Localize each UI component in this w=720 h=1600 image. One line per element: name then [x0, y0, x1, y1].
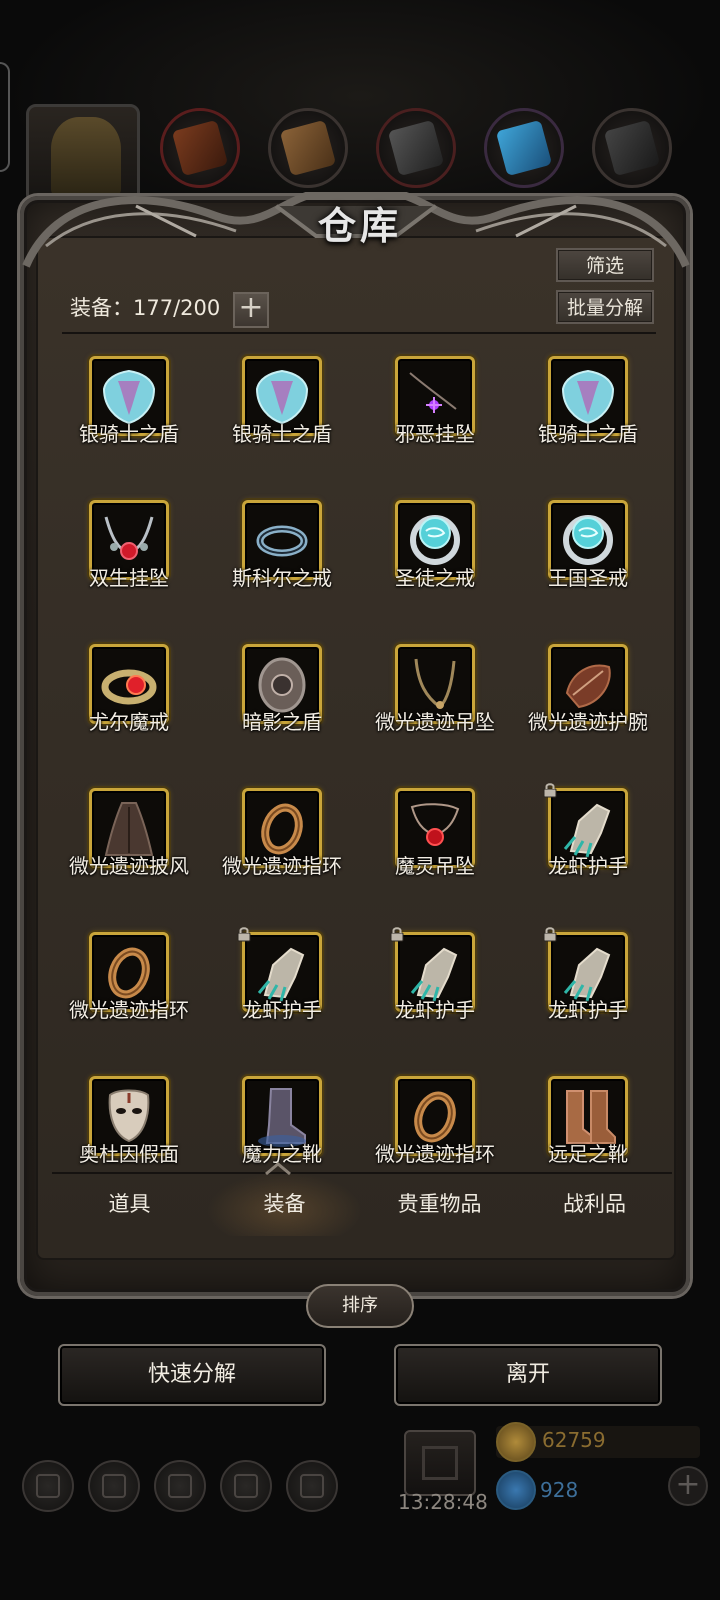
lock-icon	[390, 927, 404, 942]
gem-icon	[496, 1470, 536, 1510]
item-name: 龙虾护手	[242, 998, 322, 1022]
add-currency-button[interactable]: +	[668, 1466, 708, 1506]
gift-box-button[interactable]	[404, 1430, 476, 1496]
lock-icon	[237, 927, 251, 942]
item-name: 微光遗迹指环	[222, 854, 342, 878]
inventory-item[interactable]: 银骑士之盾	[205, 344, 358, 488]
inventory-item[interactable]: 双生挂坠	[52, 488, 205, 632]
inventory-item[interactable]: 暗影之盾	[205, 632, 358, 776]
inventory-item[interactable]: 银骑士之盾	[511, 344, 664, 488]
item-grid-viewport[interactable]: 银骑士之盾 银骑士之盾 邪恶挂坠 银骑士之盾双生挂坠 斯科尔之戒 圣徒之戒 王国圣戒尤尔魔戒…	[52, 344, 672, 1168]
resource-slot-iron[interactable]	[376, 108, 456, 188]
inventory-item[interactable]: 龙虾护手	[205, 920, 358, 1064]
inventory-item[interactable]: 尤尔魔戒	[52, 632, 205, 776]
tab-valuables[interactable]: 贵重物品	[362, 1172, 517, 1236]
item-name: 魔灵吊坠	[395, 854, 475, 878]
item-name: 微光遗迹指环	[69, 998, 189, 1022]
inventory-item[interactable]: 王国圣戒	[511, 488, 664, 632]
item-grid: 银骑士之盾 银骑士之盾 邪恶挂坠 银骑士之盾双生挂坠 斯科尔之戒 圣徒之戒 王国圣戒尤尔魔戒…	[52, 344, 672, 1168]
inventory-item[interactable]: 银骑士之盾	[52, 344, 205, 488]
item-name: 银骑士之盾	[79, 422, 179, 446]
tab-items[interactable]: 道具	[52, 1172, 207, 1236]
inventory-item[interactable]: 龙虾护手	[358, 920, 511, 1064]
inventory-item[interactable]: 微光遗迹指环	[358, 1064, 511, 1168]
inventory-item[interactable]: 微光遗迹披风	[52, 776, 205, 920]
gold-coin-icon	[496, 1422, 536, 1462]
side-tab-handle[interactable]	[0, 62, 10, 172]
hud-menu-button-5[interactable]	[286, 1460, 338, 1512]
leave-button[interactable]: 离开	[394, 1344, 662, 1406]
item-name: 邪恶挂坠	[395, 422, 475, 446]
item-name: 微光遗迹护腕	[528, 710, 648, 734]
inventory-item[interactable]: 魔灵吊坠	[358, 776, 511, 920]
item-name: 尤尔魔戒	[89, 710, 169, 734]
item-name: 远足之靴	[548, 1142, 628, 1166]
inventory-item[interactable]: 斯科尔之戒	[205, 488, 358, 632]
expand-capacity-button[interactable]: +	[233, 292, 269, 328]
item-name: 银骑士之盾	[232, 422, 332, 446]
lock-icon	[543, 927, 557, 942]
inventory-item[interactable]: 龙虾护手	[511, 920, 664, 1064]
inventory-item[interactable]: 龙虾护手	[511, 776, 664, 920]
item-name: 圣徒之戒	[395, 566, 475, 590]
inventory-item[interactable]: 微光遗迹吊坠	[358, 632, 511, 776]
tab-loot[interactable]: 战利品	[517, 1172, 672, 1236]
batch-decompose-button[interactable]: 批量分解	[556, 290, 654, 324]
equipment-capacity: 装备：177/200	[70, 296, 221, 320]
item-name: 奥杜因假面	[79, 1142, 179, 1166]
inventory-item[interactable]: 微光遗迹指环	[205, 776, 358, 920]
item-name: 银骑士之盾	[538, 422, 638, 446]
countdown-timer: 13:28:48	[398, 1490, 488, 1514]
inventory-item[interactable]: 圣徒之戒	[358, 488, 511, 632]
hud-menu-button-4[interactable]	[220, 1460, 272, 1512]
active-tab-indicator	[265, 1162, 291, 1176]
inventory-item[interactable]: 魔力之靴	[205, 1064, 358, 1168]
resource-slot-crystal[interactable]	[484, 108, 564, 188]
item-name: 王国圣戒	[548, 566, 628, 590]
gift-icon	[422, 1446, 458, 1480]
header-divider	[62, 332, 656, 334]
quick-decompose-button[interactable]: 快速分解	[58, 1344, 326, 1406]
character-avatar[interactable]	[26, 104, 140, 204]
inventory-item[interactable]: 微光遗迹指环	[52, 920, 205, 1064]
sort-button[interactable]: 排序	[306, 1284, 414, 1328]
inventory-item[interactable]: 微光遗迹护腕	[511, 632, 664, 776]
resource-slot-ore[interactable]	[592, 108, 672, 188]
item-name: 龙虾护手	[395, 998, 475, 1022]
item-name: 微光遗迹披风	[69, 854, 189, 878]
item-name: 龙虾护手	[548, 998, 628, 1022]
item-name: 双生挂坠	[89, 566, 169, 590]
item-name: 暗影之盾	[242, 710, 322, 734]
hud-menu-button-1[interactable]	[22, 1460, 74, 1512]
resource-slot-leather[interactable]	[160, 108, 240, 188]
inventory-item[interactable]: 远足之靴	[511, 1064, 664, 1168]
gold-amount: 62759	[542, 1428, 606, 1452]
filter-button[interactable]: 筛选	[556, 248, 654, 282]
gem-amount: 928	[540, 1478, 579, 1502]
item-name: 微光遗迹吊坠	[375, 710, 495, 734]
page-title: 仓库	[317, 203, 402, 248]
tab-equipment[interactable]: 装备	[207, 1172, 362, 1236]
hud-menu-button-2[interactable]	[88, 1460, 140, 1512]
item-name: 微光遗迹指环	[375, 1142, 495, 1166]
category-tabs: 道具 装备 贵重物品 战利品	[52, 1172, 672, 1236]
inventory-item[interactable]: 奥杜因假面	[52, 1064, 205, 1168]
lock-icon	[543, 783, 557, 798]
hud-menu-button-3[interactable]	[154, 1460, 206, 1512]
item-name: 龙虾护手	[548, 854, 628, 878]
item-name: 斯科尔之戒	[232, 566, 332, 590]
inventory-item[interactable]: 邪恶挂坠	[358, 344, 511, 488]
resource-slot-wood[interactable]	[268, 108, 348, 188]
